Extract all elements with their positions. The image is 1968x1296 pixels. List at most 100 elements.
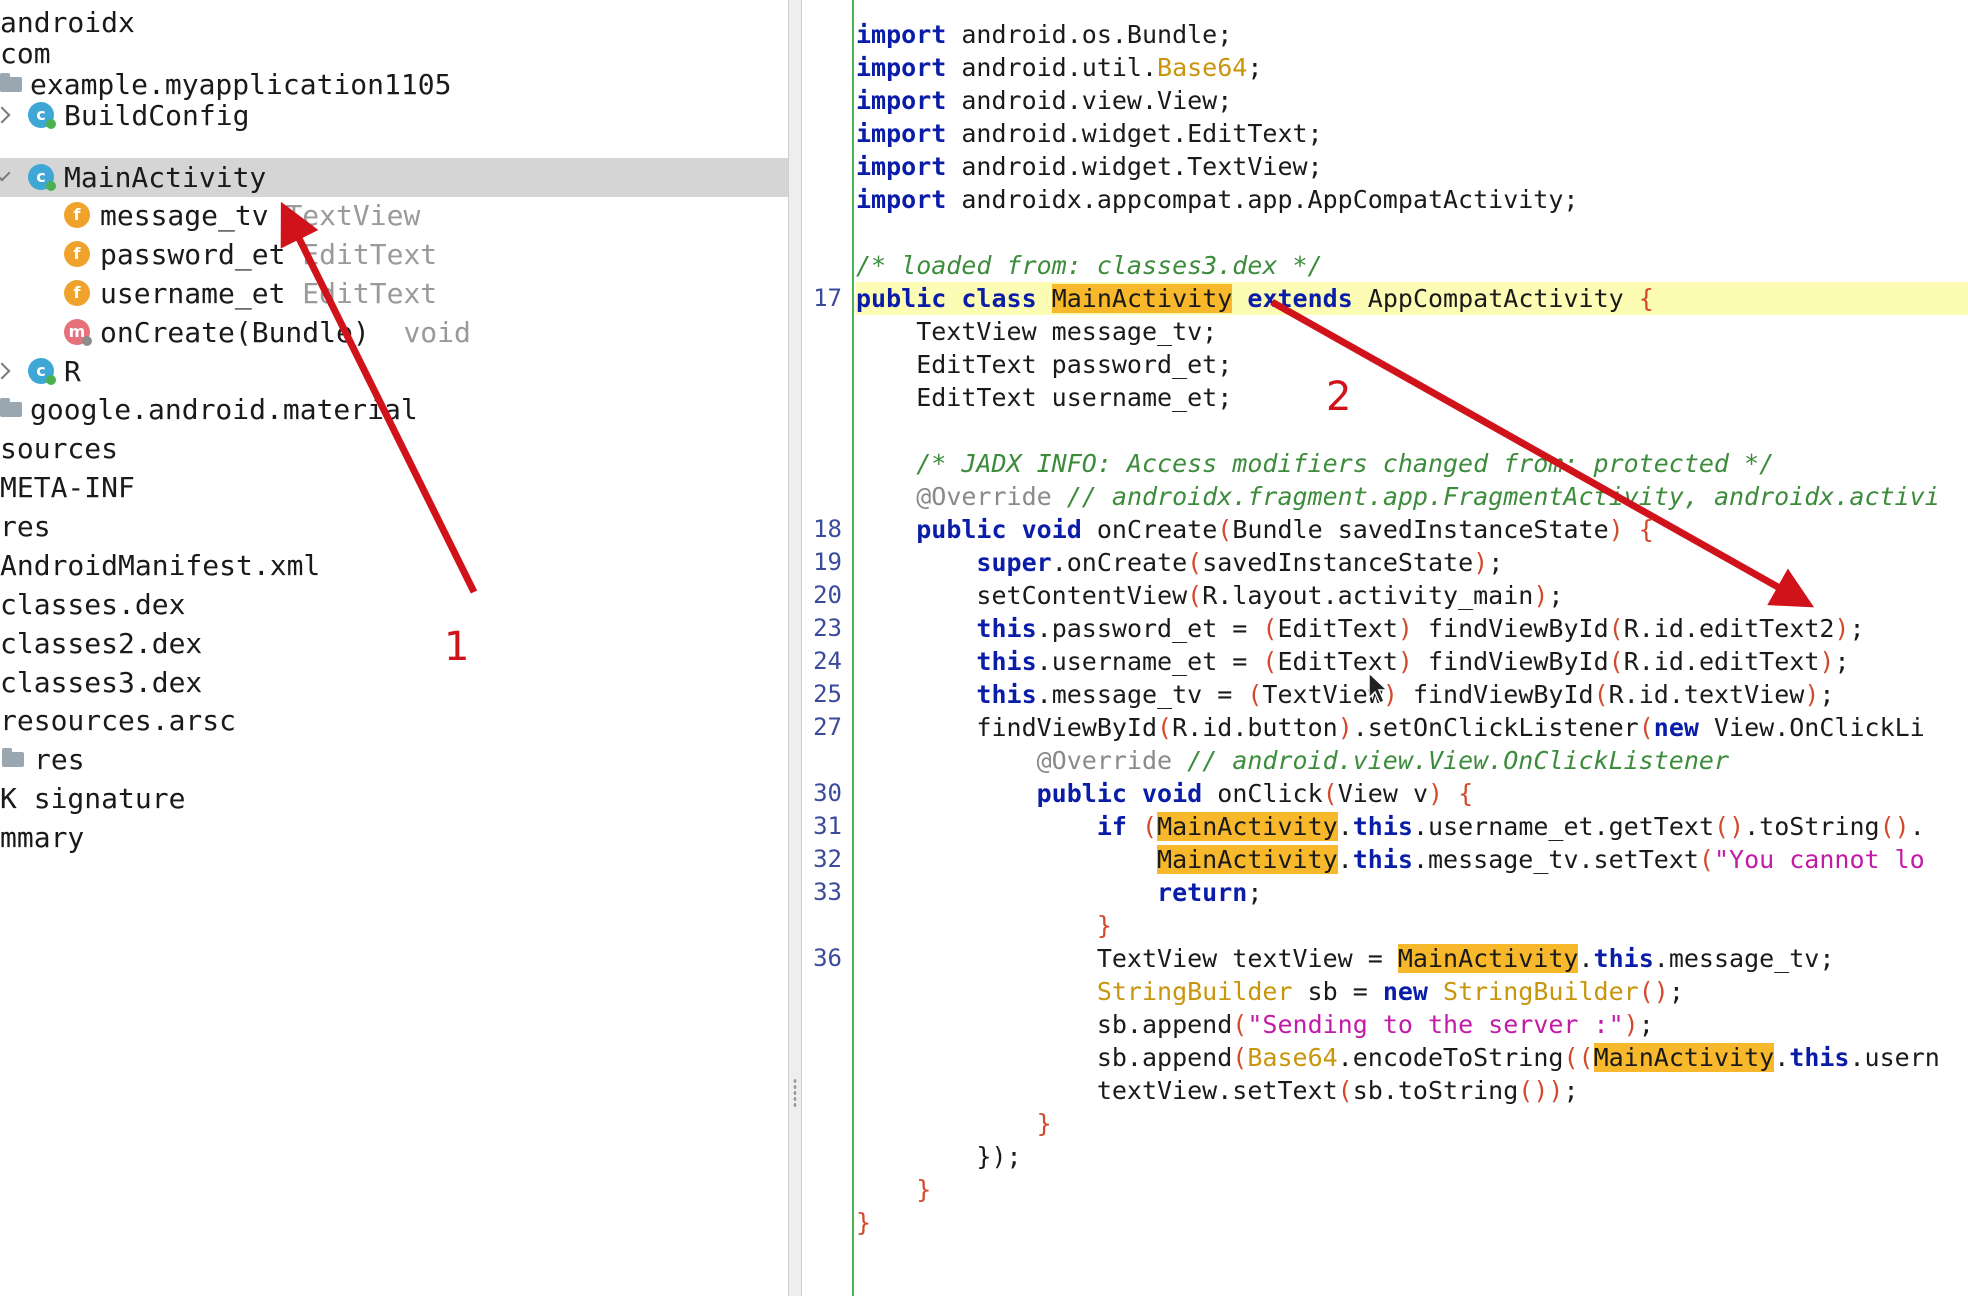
line-number: 32 [813, 845, 842, 873]
keyword: if [1096, 812, 1127, 841]
tree-item-field-message-tv[interactable]: f message_tv TextView [0, 196, 788, 235]
keyword: import [856, 53, 947, 82]
code-line: this.message_tv = (TextView) findViewByI… [856, 678, 1968, 711]
tree-item-method-oncreate[interactable]: m onCreate(Bundle) void [0, 313, 788, 352]
splitter-grip-icon[interactable] [793, 1078, 797, 1108]
code-text: R.id.button [1172, 713, 1338, 742]
code-editor[interactable]: import android.os.Bundle; import android… [856, 0, 1968, 1296]
code-text: textView.setText [1096, 1076, 1338, 1105]
code-text: .password_et = [1036, 614, 1263, 643]
tree-item-sources[interactable]: sources [0, 429, 788, 468]
paren: ( [1262, 614, 1278, 643]
code-text: EditText [1277, 614, 1398, 643]
brace: { [1443, 779, 1474, 808]
tree-item-label: res [34, 743, 85, 776]
brace: } [1096, 911, 1112, 940]
tree-item-field-text: username_et EditText [100, 274, 437, 313]
tree-item-mainactivity[interactable]: c MainActivity [0, 158, 788, 197]
field-type: TextView [285, 199, 421, 232]
keyword: new [1382, 977, 1428, 1006]
tree-item-res-folder[interactable]: res [0, 740, 788, 779]
panel-splitter[interactable] [788, 0, 802, 1296]
highlighted-symbol[interactable]: MainActivity [1157, 812, 1338, 841]
class-icon-letter: c [36, 105, 46, 124]
paren: ) [1804, 680, 1820, 709]
code-text: .username_et.getText [1412, 812, 1714, 841]
code-text: androidx.appcompat.app.AppCompatActivity… [946, 185, 1579, 214]
paren: ( [1157, 713, 1173, 742]
tree-item-androidmanifest[interactable]: AndroidManifest.xml [0, 546, 788, 585]
highlighted-symbol[interactable]: MainActivity [1157, 845, 1338, 874]
highlighted-symbol[interactable]: MainActivity [1593, 1043, 1775, 1072]
paren: ( [1608, 614, 1624, 643]
field-icon-letter: f [73, 244, 81, 263]
code-line: this.password_et = (EditText) findViewBy… [856, 612, 1968, 645]
tree-item-label: META-INF [0, 471, 135, 504]
tree-item-classes3-dex[interactable]: classes3.dex [0, 663, 788, 702]
code-text: R.id.editText [1623, 647, 1820, 676]
string-literal: "Sending to the server :" [1247, 1010, 1624, 1039]
line-number: 33 [813, 878, 842, 906]
tree-item-label: K signature [0, 782, 186, 815]
string-literal: "You cannot lo [1713, 845, 1925, 874]
code-text: .toString [1744, 812, 1880, 841]
comment: // android.view.View.OnClickListener [1172, 746, 1729, 775]
code-text: .setOnClickListener [1352, 713, 1639, 742]
comment: /* loaded from: classes3.dex */ [856, 251, 1323, 280]
tree-item-field-password-et[interactable]: f password_et EditText [0, 235, 788, 274]
field-icon: f [64, 202, 90, 228]
code-line: super.onCreate(savedInstanceState); [856, 546, 1968, 579]
comment: /* JADX INFO: Access modifiers changed f… [856, 449, 1775, 478]
paren: ( [1187, 548, 1203, 577]
class-icon: c [28, 358, 56, 385]
tree-item-r[interactable]: c R [0, 352, 788, 391]
brace: } [856, 1208, 872, 1237]
code-text: R.id.textView [1608, 680, 1805, 709]
paren: ) [1397, 614, 1413, 643]
code-line: textView.setText(sb.toString()); [856, 1074, 1968, 1107]
code-line: import android.os.Bundle; [856, 18, 1968, 51]
code-line: }); [856, 1140, 1968, 1173]
code-text: Bundle savedInstanceState [1232, 515, 1609, 544]
tree-item-package-google[interactable]: google.android.material [0, 390, 788, 429]
code-text: Base64 [1157, 53, 1248, 82]
keyword: this [976, 614, 1037, 643]
code-text: findViewById [1412, 614, 1609, 643]
tree-item-res-root[interactable]: res [0, 507, 788, 546]
chevron-right-icon[interactable] [0, 362, 11, 380]
field-name: password_et [100, 238, 286, 271]
paren: ) [1729, 812, 1745, 841]
tree-item-classes2-dex[interactable]: classes2.dex [0, 624, 788, 663]
keyword: class [961, 284, 1037, 313]
code-text: sb = [1292, 977, 1383, 1006]
paren: ( [1247, 680, 1263, 709]
code-text: StringBuilder [1096, 977, 1293, 1006]
code-line: TextView textView = MainActivity.this.me… [1096, 944, 1835, 973]
highlighted-symbol[interactable]: MainActivity [1051, 284, 1233, 313]
code-text: .message_tv; [1653, 944, 1835, 973]
keyword: import [856, 86, 947, 115]
tree-item-classes-dex[interactable]: classes.dex [0, 585, 788, 624]
project-tree-panel: androidx com example.myapplication1105 c… [0, 0, 788, 1296]
public-dot-icon [46, 119, 56, 129]
code-text: View.OnClickLi [1698, 713, 1925, 742]
tree-item-label: classes2.dex [0, 627, 203, 660]
class-icon-letter: c [36, 361, 46, 380]
tree-item-buildconfig[interactable]: c BuildConfig [0, 96, 788, 135]
tree-item-meta-inf[interactable]: META-INF [0, 468, 788, 507]
code-line: } [856, 1206, 1968, 1239]
line-number: 27 [813, 713, 842, 741]
tree-item-summary[interactable]: mmary [0, 818, 788, 857]
tree-item-resources-arsc[interactable]: resources.arsc [0, 701, 788, 740]
chevron-right-icon[interactable] [0, 106, 11, 124]
code-text: ; [1563, 1076, 1579, 1105]
code-text: android.util. [946, 53, 1158, 82]
tree-item-apk-signature[interactable]: K signature [0, 779, 788, 818]
paren: ( [1142, 812, 1158, 841]
code-line: import android.view.View; [856, 84, 1968, 117]
code-text: android.widget.TextView; [946, 152, 1323, 181]
highlighted-symbol[interactable]: MainActivity [1397, 944, 1579, 973]
chevron-down-icon[interactable] [0, 164, 11, 182]
keyword: void [1021, 515, 1082, 544]
tree-item-field-username-et[interactable]: f username_et EditText [0, 274, 788, 313]
